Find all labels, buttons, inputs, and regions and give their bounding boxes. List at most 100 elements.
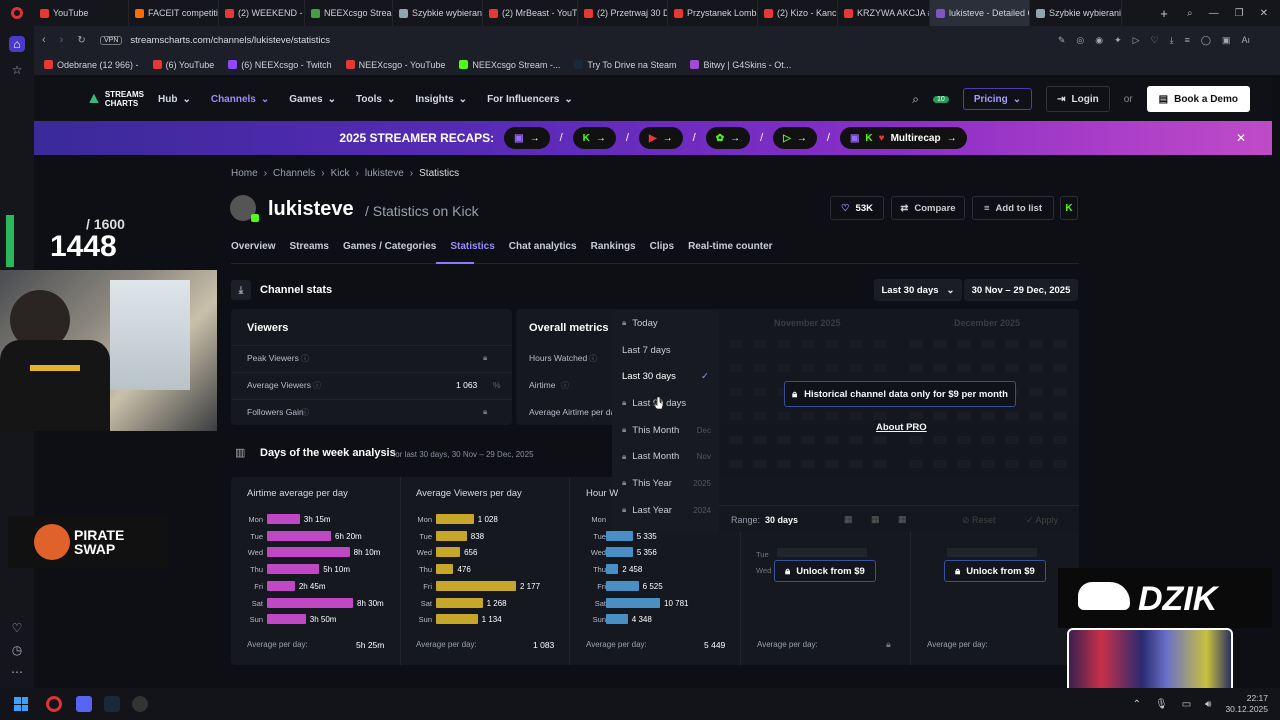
- maximize-icon[interactable]: ❐: [1235, 8, 1244, 19]
- site-logo[interactable]: ▲ STREAMS CHARTS: [86, 87, 144, 111]
- nav-for-influencers[interactable]: For Influencers ⌄: [487, 94, 573, 105]
- about-pro-link[interactable]: About PRO: [876, 422, 927, 433]
- breadcrumb-item[interactable]: Channels: [273, 168, 315, 179]
- vpn-badge[interactable]: VPN: [100, 35, 123, 45]
- browser-tab[interactable]: NEEXcsgo Stream: [305, 0, 393, 26]
- close-window-icon[interactable]: ✕: [1260, 8, 1268, 19]
- download-stats-icon[interactable]: ⤓: [231, 280, 251, 300]
- twitch-recap-pill[interactable]: ▣ →: [504, 127, 550, 149]
- browser-tab[interactable]: Szybkie wybieranie: [1030, 0, 1122, 26]
- compare-button[interactable]: ⇄ Compare: [891, 196, 965, 220]
- steam-icon[interactable]: [104, 696, 120, 712]
- info-icon[interactable]: ⓘ: [561, 380, 569, 391]
- unlock-button[interactable]: 🔒︎ Unlock from $9: [944, 560, 1046, 582]
- windows-start-icon[interactable]: [14, 697, 28, 711]
- bookmark-item[interactable]: NEEXcsgo Stream -...: [459, 60, 560, 70]
- home-icon[interactable]: ⌂: [9, 36, 25, 52]
- discord-icon[interactable]: [76, 696, 92, 712]
- book-demo-button[interactable]: ▤ Book a Demo: [1146, 86, 1250, 112]
- history-icon[interactable]: ◷: [9, 642, 25, 658]
- menu-icon[interactable]: ≡: [1185, 35, 1190, 46]
- nav-hub[interactable]: Hub ⌄: [158, 94, 191, 105]
- camera-icon[interactable]: ◎: [1076, 35, 1084, 46]
- browser-tab[interactable]: YouTube: [34, 0, 129, 26]
- nav-insights[interactable]: Insights ⌄: [415, 94, 467, 105]
- info-icon[interactable]: ⓘ: [313, 380, 321, 391]
- browser-tab[interactable]: KRZYWA AKCJA #2: [838, 0, 930, 26]
- bookmark-item[interactable]: NEEXcsgo - YouTube: [345, 60, 445, 70]
- more-icon[interactable]: ⋯: [9, 664, 25, 680]
- browser-tab[interactable]: FACEIT competitive: [129, 0, 219, 26]
- pro-upsell-button[interactable]: 🔒︎ Historical channel data only for $9 pe…: [784, 381, 1016, 407]
- range-select[interactable]: Last 30 days ⌄: [874, 279, 962, 301]
- follow-count-button[interactable]: ♡ 53K: [830, 196, 884, 220]
- nav-tools[interactable]: Tools ⌄: [356, 94, 395, 105]
- opera-logo-icon[interactable]: [0, 0, 34, 26]
- unlock-button[interactable]: 🔒︎ Unlock from $9: [774, 560, 876, 582]
- close-banner-icon[interactable]: ✕: [1236, 131, 1246, 145]
- add-to-list-button[interactable]: ≡ Add to list: [972, 196, 1054, 220]
- channel-tab[interactable]: Streams: [289, 241, 328, 252]
- extensions-icon[interactable]: ✦: [1114, 35, 1122, 46]
- bookmark-item[interactable]: Bitwy | G4Skins - Ot...: [690, 60, 791, 70]
- channel-tab[interactable]: Clips: [650, 241, 674, 252]
- nav-channels[interactable]: Channels ⌄: [211, 94, 269, 105]
- date-range-button[interactable]: 30 Nov – 29 Dec, 2025: [964, 279, 1078, 301]
- kick-recap-pill[interactable]: K →: [572, 127, 616, 149]
- channel-tab[interactable]: Real-time counter: [688, 241, 772, 252]
- breadcrumb-item[interactable]: Statistics: [419, 168, 459, 179]
- breadcrumb-item[interactable]: Kick: [331, 168, 350, 179]
- ai-icon[interactable]: Aı: [1241, 35, 1250, 46]
- multirecap-pill[interactable]: ▣ K ♥ Multirecap →: [839, 127, 967, 149]
- range-option[interactable]: Last 7 days: [612, 337, 719, 364]
- obs-icon[interactable]: [132, 696, 148, 712]
- favorite-icon[interactable]: ♡: [1151, 35, 1159, 46]
- calendar-day-icon[interactable]: ▦: [844, 514, 853, 525]
- browser-tab[interactable]: (2) Przetrwaj 30 Dn: [578, 0, 668, 26]
- reload-icon[interactable]: ↻: [77, 35, 85, 46]
- browser-tab[interactable]: (2) MrBeast - YouTu: [483, 0, 578, 26]
- url-field[interactable]: VPN streamscharts.com/channels/lukisteve…: [100, 32, 1250, 48]
- forward-icon[interactable]: ›: [60, 34, 64, 46]
- new-tab-icon[interactable]: +: [1154, 6, 1174, 21]
- back-icon[interactable]: ‹: [42, 34, 46, 46]
- minimize-icon[interactable]: —: [1209, 8, 1219, 19]
- edit-icon[interactable]: ✎: [1058, 35, 1066, 46]
- kick-alt-recap-pill[interactable]: ✿ →: [705, 127, 751, 149]
- mic-icon[interactable]: 🎙︎: [1155, 699, 1168, 710]
- url-text[interactable]: streamscharts.com/channels/lukisteve/sta…: [130, 35, 330, 46]
- bookmark-item[interactable]: Try To Drive na Steam: [574, 60, 676, 70]
- login-button[interactable]: ⇥ Login: [1046, 86, 1110, 112]
- nav-games[interactable]: Games ⌄: [289, 94, 336, 105]
- tray-chevron-icon[interactable]: ⌃: [1133, 699, 1141, 710]
- breadcrumb-item[interactable]: Home: [231, 168, 258, 179]
- range-option[interactable]: 🔒︎ This Year 2025: [612, 470, 719, 497]
- browser-tab[interactable]: Przystanek Lombar: [668, 0, 758, 26]
- range-option[interactable]: Last 30 days ✓: [612, 363, 719, 390]
- kick-link-button[interactable]: K: [1060, 196, 1078, 220]
- channel-tab[interactable]: Rankings: [591, 241, 636, 252]
- channel-tab[interactable]: Statistics: [450, 241, 494, 252]
- youtube-recap-pill[interactable]: ▶ →: [638, 127, 683, 149]
- play-icon[interactable]: ▷: [1133, 35, 1140, 46]
- channel-tab[interactable]: Overview: [231, 241, 275, 252]
- range-option[interactable]: 🔒︎ This Month Dec: [612, 417, 719, 444]
- profile-icon[interactable]: ◯: [1201, 35, 1211, 46]
- heart-icon[interactable]: ♡: [9, 620, 25, 636]
- range-option[interactable]: 🔒︎Last 90 days: [612, 390, 719, 417]
- box-icon[interactable]: ▣: [1222, 35, 1231, 46]
- bookmark-item[interactable]: (6) YouTube: [152, 60, 214, 70]
- star-icon[interactable]: ☆: [9, 62, 25, 78]
- breadcrumb-item[interactable]: lukisteve: [365, 168, 404, 179]
- browser-tab[interactable]: Szybkie wybieranie: [393, 0, 483, 26]
- apply-button[interactable]: ✓ Apply: [1026, 515, 1058, 526]
- bookmark-item[interactable]: Odebrane (12 966) -: [44, 60, 139, 70]
- network-icon[interactable]: ▭: [1182, 699, 1191, 710]
- tracker-icon[interactable]: ◉: [1095, 35, 1103, 46]
- notification-badge[interactable]: 10: [933, 95, 949, 103]
- range-option[interactable]: 🔒︎ Today: [612, 310, 719, 337]
- info-icon[interactable]: ⓘ: [589, 353, 597, 364]
- channel-tab[interactable]: Chat analytics: [509, 241, 577, 252]
- search-icon[interactable]: ⌕: [912, 92, 919, 107]
- calendar-month-icon[interactable]: ▦: [898, 514, 907, 525]
